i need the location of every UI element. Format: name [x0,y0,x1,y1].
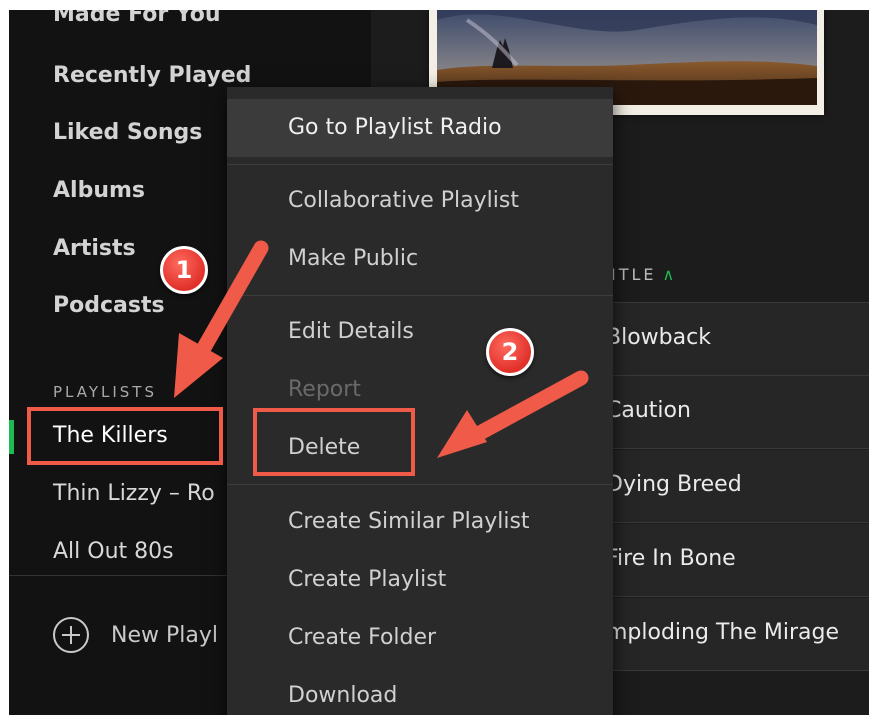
arrow-2-head [437,410,487,458]
annotation-badge-1: 1 [160,246,208,294]
arrow-2-shaft [459,370,589,448]
annotation-badge-2: 2 [486,328,534,376]
app-window: Made For You Recently Played Liked Songs… [9,10,869,715]
annotation-arrows [174,240,589,458]
